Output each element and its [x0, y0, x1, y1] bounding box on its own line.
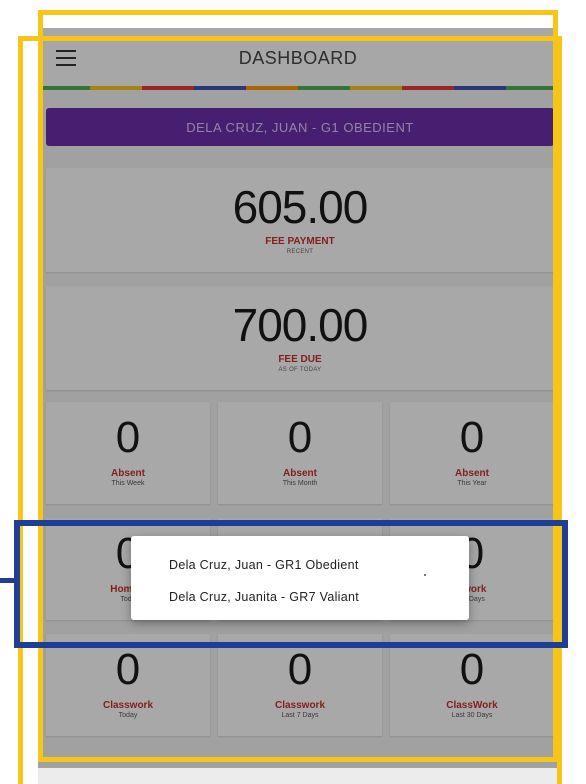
highlight-frame-inner — [18, 36, 562, 784]
highlight-pointer — [0, 578, 14, 583]
highlight-box-popup — [14, 520, 568, 648]
